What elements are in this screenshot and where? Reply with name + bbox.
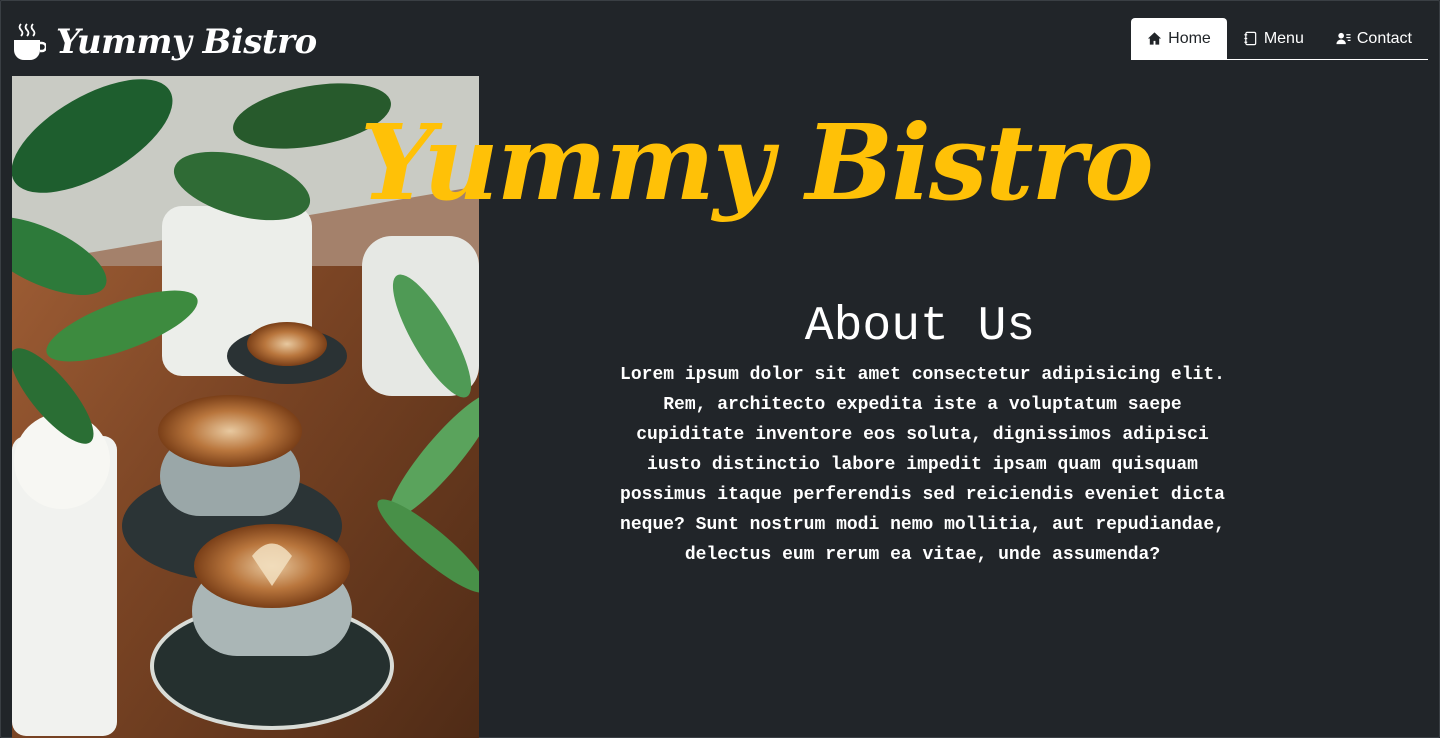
nav-item-contact[interactable]: Contact bbox=[1320, 18, 1428, 59]
home-icon bbox=[1148, 32, 1162, 45]
journal-icon bbox=[1244, 31, 1257, 46]
main-nav: Home Menu Contact bbox=[1131, 18, 1428, 60]
brand-name: Yummy Bistro bbox=[56, 22, 317, 62]
nav-label-contact: Contact bbox=[1356, 29, 1412, 47]
nav-label-home: Home bbox=[1168, 29, 1211, 47]
nav-item-menu[interactable]: Menu bbox=[1227, 18, 1320, 59]
nav-item-home[interactable]: Home bbox=[1131, 18, 1227, 59]
about-heading: About Us bbox=[804, 300, 1036, 354]
hero-title: Yummy Bistro bbox=[360, 101, 1154, 224]
about-body: Lorem ipsum dolor sit amet consectetur a… bbox=[620, 365, 1225, 565]
coffee-cup-icon bbox=[14, 23, 46, 60]
person-lines-icon bbox=[1336, 32, 1351, 45]
navbar-brand[interactable]: Yummy Bistro bbox=[12, 16, 317, 68]
nav-label-menu: Menu bbox=[1263, 29, 1304, 47]
